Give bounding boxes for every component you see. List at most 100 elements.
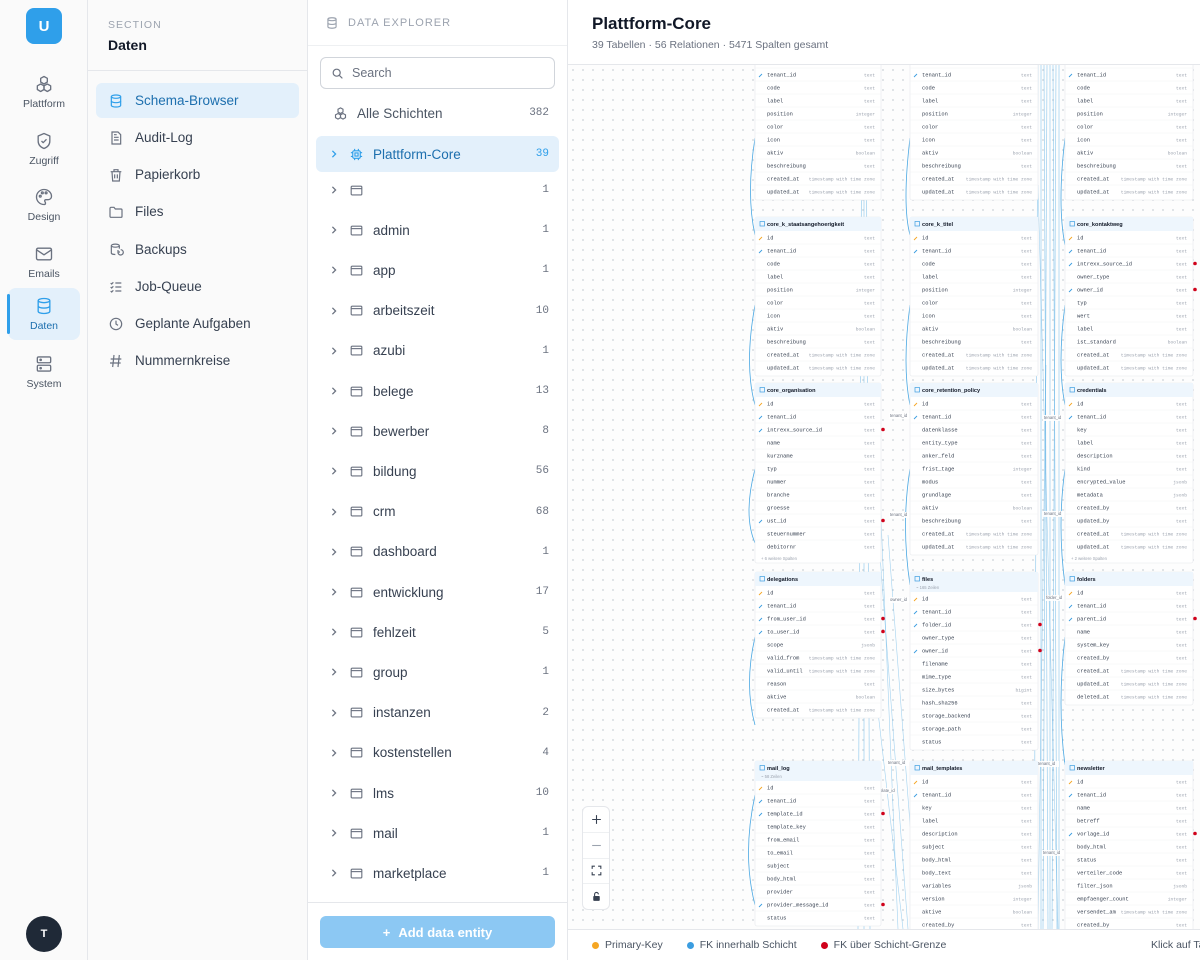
- nav-item-files[interactable]: Files: [96, 194, 299, 229]
- layer-row[interactable]: azubi 1: [316, 333, 559, 369]
- column-name: color: [922, 125, 938, 131]
- layer-row[interactable]: marketplace 1: [316, 855, 559, 891]
- chevron-right-icon[interactable]: [328, 507, 340, 516]
- nav-item-audit-log[interactable]: Audit-Log: [96, 120, 299, 155]
- chevron-right-icon[interactable]: [328, 628, 340, 636]
- nav-item-papierkorb[interactable]: Papierkorb: [96, 157, 299, 192]
- row-label: entwicklung: [373, 584, 444, 600]
- search-input[interactable]: [352, 66, 552, 80]
- er-diagram[interactable]: tenant_idtenant_idtenant_idtenant_idowne…: [568, 65, 1200, 929]
- column-type: text: [1021, 73, 1032, 79]
- nav-label: Files: [135, 204, 164, 219]
- zoom-controls: [582, 806, 610, 910]
- database-icon: [327, 16, 337, 29]
- layer-row[interactable]: kostenstellen 4: [316, 735, 559, 771]
- zoom-out-button[interactable]: [583, 833, 609, 859]
- row-label: bewerber: [373, 423, 430, 439]
- column-name: tenant_id: [922, 249, 951, 255]
- brand-logo[interactable]: U: [26, 8, 62, 44]
- layer-row[interactable]: bewerber 8: [316, 413, 559, 449]
- legend-label: FK innerhalb Schicht: [699, 939, 797, 951]
- relation-edge: [1060, 468, 1066, 586]
- edge-label-text: tenant_id: [890, 413, 908, 418]
- lock-button[interactable]: [583, 884, 609, 909]
- column-type: text: [1021, 519, 1032, 525]
- zoom-in-button[interactable]: [583, 807, 609, 833]
- rail-item-plattform[interactable]: Plattform: [8, 66, 80, 118]
- rail-item-emails[interactable]: Emails: [8, 236, 80, 288]
- column-type: text: [864, 916, 875, 922]
- row-all-layers[interactable]: Alle Schichten 382: [316, 95, 559, 131]
- chevron-right-icon[interactable]: [328, 150, 340, 158]
- layer-row[interactable]: arbeitszeit 10: [316, 293, 559, 329]
- layer-row[interactable]: Plattform-Core 39: [316, 136, 559, 172]
- chevron-right-icon[interactable]: [328, 869, 340, 878]
- column-name: aktiv: [922, 151, 939, 157]
- chevron-right-icon[interactable]: [328, 829, 340, 837]
- layer-row[interactable]: group 1: [316, 654, 559, 690]
- column-name: id: [922, 780, 928, 786]
- chevron-right-icon[interactable]: [328, 306, 340, 315]
- layer-row[interactable]: bildung 56: [316, 453, 559, 489]
- layer-row[interactable]: app 1: [316, 252, 559, 288]
- rail-item-daten[interactable]: Daten: [7, 288, 80, 340]
- row-label: admin: [373, 222, 410, 238]
- nav-item-job-queue[interactable]: Job-Queue: [96, 269, 299, 304]
- rail-item-system[interactable]: System: [8, 346, 80, 398]
- column-name: code: [922, 86, 935, 92]
- rail-item-design[interactable]: Design: [8, 179, 80, 231]
- row-count: 1: [542, 344, 549, 357]
- layer-row[interactable]: admin 1: [316, 212, 559, 248]
- chevron-right-icon[interactable]: [328, 266, 340, 275]
- column-type: text: [864, 890, 875, 896]
- chevron-right-icon[interactable]: [328, 708, 340, 717]
- column-name: typ: [767, 467, 777, 473]
- column-type: text: [864, 630, 875, 636]
- chevron-right-icon[interactable]: [328, 427, 340, 435]
- layer-row[interactable]: fehlzeit 5: [316, 614, 559, 650]
- column-type: text: [864, 604, 875, 610]
- er-table-subtitle: ~ 58 Zeilen: [761, 774, 783, 779]
- relation-edge: [1060, 137, 1066, 246]
- nav-item-geplante-aufgaben[interactable]: Geplante Aufgaben: [96, 306, 299, 341]
- layer-row[interactable]: crm 68: [316, 494, 559, 530]
- chevron-right-icon[interactable]: [328, 347, 340, 355]
- nav-item-nummernkreise[interactable]: Nummernkreise: [96, 343, 299, 378]
- add-data-entity-button[interactable]: + Add data entity: [320, 916, 555, 948]
- er-table: core_organisationid texttenant_id textintr…: [754, 382, 885, 564]
- chevron-right-icon[interactable]: [328, 588, 340, 596]
- layer-row[interactable]: instanzen 2: [316, 695, 559, 731]
- user-avatar[interactable]: T: [26, 916, 62, 952]
- fit-view-button[interactable]: [583, 859, 609, 885]
- column-name: id: [767, 591, 773, 597]
- chevron-right-icon[interactable]: [328, 789, 340, 797]
- layer-row[interactable]: lms 10: [316, 775, 559, 811]
- nav-item-schema-browser[interactable]: Schema-Browser: [96, 83, 299, 118]
- column-name: ist_standard: [1077, 340, 1116, 346]
- layer-row[interactable]: mail 1: [316, 815, 559, 851]
- rail-item-zugriff[interactable]: Zugriff: [8, 123, 80, 175]
- nav-label: Backups: [135, 242, 187, 257]
- search-box[interactable]: [320, 57, 555, 89]
- er-canvas[interactable]: tenant_id tenant_id tenant_id tenant_id owne…: [568, 65, 1200, 929]
- nav-item-backups[interactable]: Backups: [96, 232, 299, 267]
- chevron-right-icon[interactable]: [328, 548, 340, 556]
- layer-row[interactable]: dashboard 1: [316, 534, 559, 570]
- column-type: text: [1176, 441, 1187, 447]
- table-icon: [348, 584, 364, 600]
- chevron-right-icon[interactable]: [328, 186, 340, 194]
- chevron-right-icon[interactable]: [328, 387, 340, 395]
- chevron-right-icon[interactable]: [328, 749, 340, 757]
- cubes-icon: [36, 75, 52, 93]
- table-icon: [348, 785, 364, 801]
- chevron-right-icon[interactable]: [328, 467, 340, 476]
- chevron-right-icon[interactable]: [328, 226, 340, 234]
- layer-row[interactable]: 1: [316, 172, 559, 208]
- layer-row[interactable]: entwicklung 17: [316, 574, 559, 610]
- chevron-right-icon[interactable]: [328, 668, 340, 677]
- layer-row[interactable]: belege 13: [316, 373, 559, 409]
- column-type: text: [1021, 441, 1032, 447]
- column-name: id: [922, 597, 928, 603]
- relation-edge: [1043, 65, 1049, 929]
- column-type: text: [1176, 519, 1187, 525]
